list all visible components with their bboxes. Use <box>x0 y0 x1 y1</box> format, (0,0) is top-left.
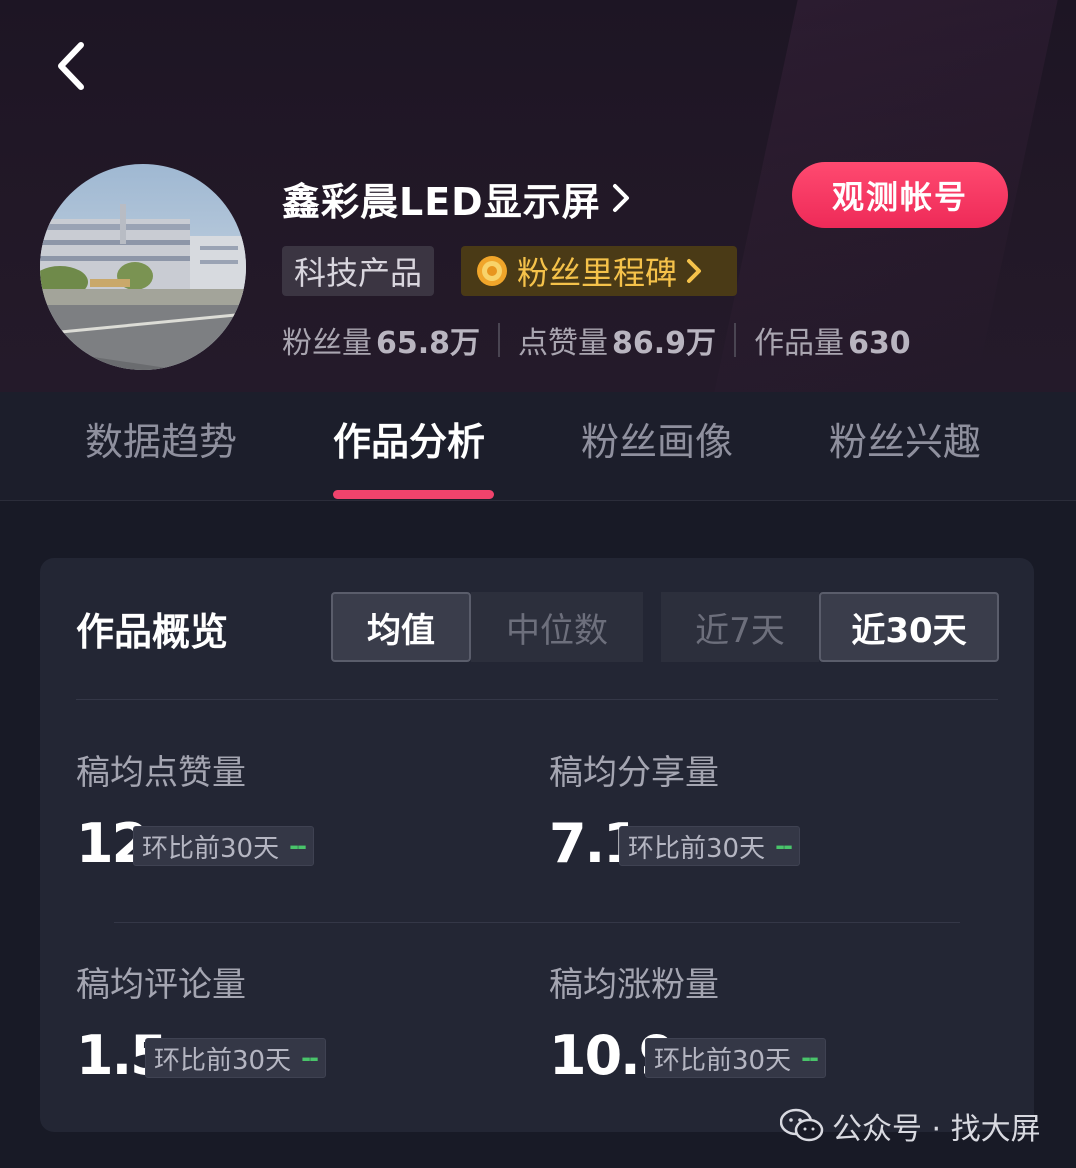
account-stats: 粉丝量 65.8万 点赞量 86.9万 作品量 630 <box>282 318 911 362</box>
metrics-divider <box>114 922 960 923</box>
stat-type-toggle: 均值 中位数 <box>331 592 643 662</box>
stat-divider <box>498 323 501 357</box>
metric-label-likes: 稿均点赞量 <box>76 752 246 793</box>
metric-label-fan-gain: 稿均涨粉量 <box>549 964 719 1005</box>
toggle-7-days[interactable]: 近7天 <box>661 592 819 662</box>
compare-label: 环比前30天 <box>628 833 766 864</box>
chevron-right-icon <box>687 259 702 283</box>
period-toggle: 近7天 近30天 <box>661 592 999 662</box>
compare-chip: 环比前30天 -- <box>619 826 801 866</box>
chevron-left-icon <box>58 42 84 90</box>
stat-divider <box>734 323 737 357</box>
compare-label: 环比前30天 <box>654 1045 792 1076</box>
overview-title: 作品概览 <box>76 609 229 654</box>
wechat-icon <box>780 1108 824 1142</box>
fan-milestone-tag[interactable]: 粉丝里程碑 <box>461 246 737 296</box>
stat-likes: 点赞量 86.9万 <box>518 326 717 361</box>
compare-chip: 环比前30天 -- <box>645 1038 827 1078</box>
watermark: 公众号 · 找大屏 <box>780 1104 1041 1148</box>
tab-works-analysis[interactable]: 作品分析 <box>333 410 485 466</box>
tab-bar: 数据趋势 作品分析 粉丝画像 粉丝兴趣 <box>0 392 1076 501</box>
tab-data-trend[interactable]: 数据趋势 <box>85 410 237 466</box>
card-divider <box>76 699 998 700</box>
metric-label-shares: 稿均分享量 <box>549 752 719 793</box>
toggle-30-days[interactable]: 近30天 <box>819 592 999 662</box>
toggle-mean[interactable]: 均值 <box>331 592 471 662</box>
toggle-median[interactable]: 中位数 <box>471 592 643 662</box>
active-tab-indicator <box>333 490 494 499</box>
compare-label: 环比前30天 <box>154 1045 292 1076</box>
compare-value: -- <box>289 832 307 860</box>
compare-chip: 环比前30天 -- <box>145 1038 327 1078</box>
compare-value: -- <box>775 832 793 860</box>
observe-account-button[interactable]: 观测帐号 <box>792 162 1008 228</box>
medal-icon <box>477 256 507 286</box>
back-button[interactable] <box>46 38 94 94</box>
tab-fan-interests[interactable]: 粉丝兴趣 <box>829 410 981 466</box>
stat-followers: 粉丝量 65.8万 <box>282 326 481 361</box>
compare-value: -- <box>801 1044 819 1072</box>
compare-chip: 环比前30天 -- <box>133 826 315 866</box>
account-name: 鑫彩晨LED显示屏 <box>282 179 601 224</box>
watermark-text: 公众号 · 找大屏 <box>832 1112 1041 1147</box>
avatar[interactable] <box>40 164 246 370</box>
compare-label: 环比前30天 <box>142 833 280 864</box>
metric-label-comments: 稿均评论量 <box>76 964 246 1005</box>
account-name-link[interactable]: 鑫彩晨LED显示屏 <box>282 170 631 226</box>
stat-works: 作品量 630 <box>754 326 911 361</box>
milestone-label: 粉丝里程碑 <box>517 254 678 292</box>
category-tag: 科技产品 <box>282 246 435 296</box>
avatar-building-photo <box>40 164 246 370</box>
compare-value: -- <box>301 1044 319 1072</box>
chevron-right-icon <box>612 184 629 212</box>
tab-fan-profile[interactable]: 粉丝画像 <box>581 410 733 466</box>
